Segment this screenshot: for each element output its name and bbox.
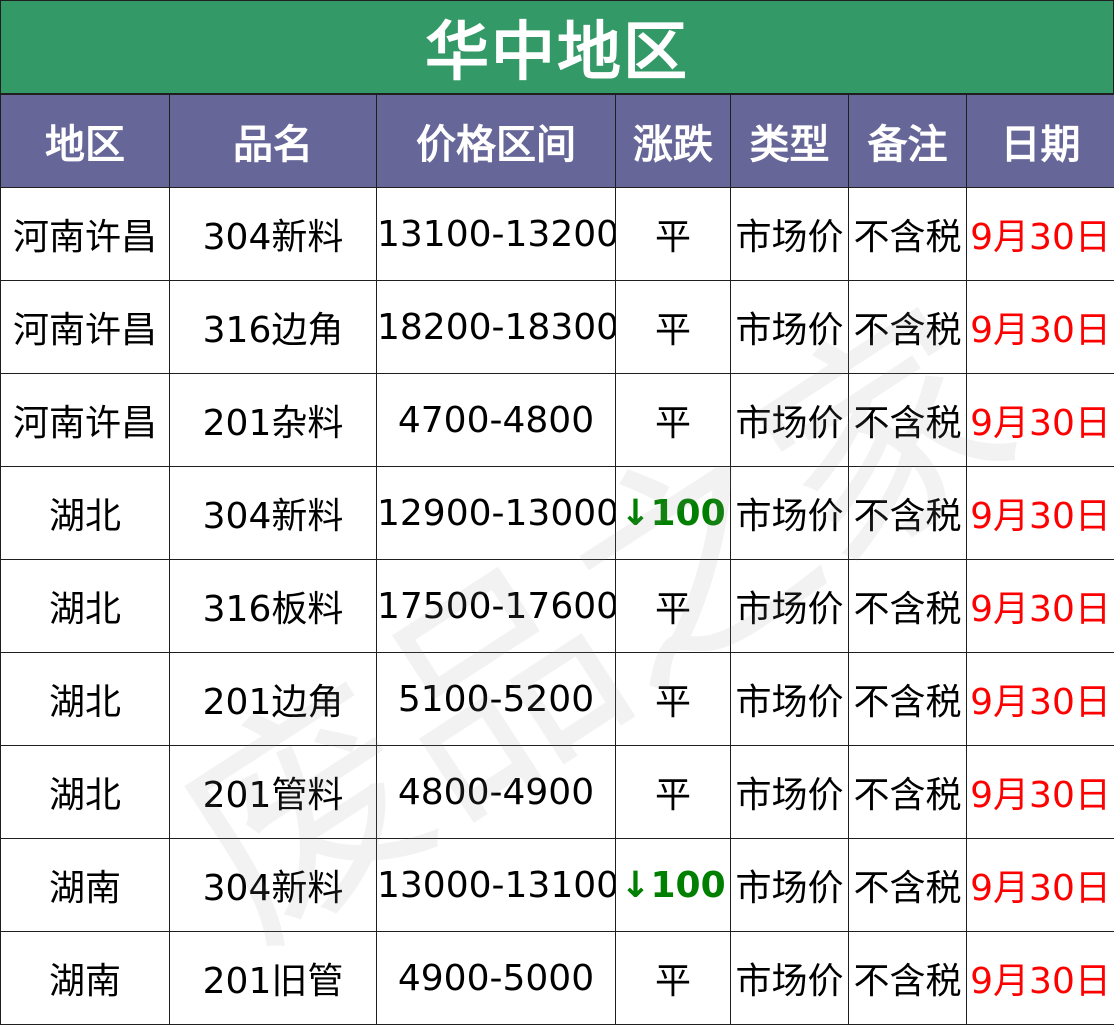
cell-product: 201边角 xyxy=(170,653,377,746)
cell-region: 湖南 xyxy=(1,932,170,1025)
cell-change: ↓100 xyxy=(616,839,731,932)
cell-price-range: 17500-17600 xyxy=(377,560,616,653)
cell-type: 市场价 xyxy=(731,746,849,839)
cell-product: 201旧管 xyxy=(170,932,377,1025)
cell-change: 平 xyxy=(616,653,731,746)
cell-date: 9月30日 xyxy=(967,188,1114,281)
cell-note: 不含税 xyxy=(849,281,967,374)
cell-change: 平 xyxy=(616,560,731,653)
cell-region: 湖南 xyxy=(1,839,170,932)
header-region: 地区 xyxy=(1,95,170,188)
cell-change: 平 xyxy=(616,374,731,467)
header-row: 地区 品名 价格区间 涨跌 类型 备注 日期 xyxy=(1,95,1114,188)
price-sheet: 华中地区 地区 品名 价格区间 涨跌 类型 备注 日期 河南许昌304新料131… xyxy=(0,0,1114,1024)
cell-region: 河南许昌 xyxy=(1,281,170,374)
cell-date: 9月30日 xyxy=(967,932,1114,1025)
cell-product: 201管料 xyxy=(170,746,377,839)
cell-product: 304新料 xyxy=(170,839,377,932)
cell-type: 市场价 xyxy=(731,374,849,467)
header-type: 类型 xyxy=(731,95,849,188)
cell-change: 平 xyxy=(616,746,731,839)
cell-date: 9月30日 xyxy=(967,374,1114,467)
price-table: 地区 品名 价格区间 涨跌 类型 备注 日期 河南许昌304新料13100-13… xyxy=(0,94,1114,1025)
cell-note: 不含税 xyxy=(849,467,967,560)
cell-date: 9月30日 xyxy=(967,467,1114,560)
cell-price-range: 18200-18300 xyxy=(377,281,616,374)
cell-date: 9月30日 xyxy=(967,653,1114,746)
cell-type: 市场价 xyxy=(731,839,849,932)
cell-price-range: 12900-13000 xyxy=(377,467,616,560)
cell-date: 9月30日 xyxy=(967,560,1114,653)
cell-region: 河南许昌 xyxy=(1,188,170,281)
cell-price-range: 4700-4800 xyxy=(377,374,616,467)
table-row: 湖北201管料4800-4900平市场价不含税9月30日 xyxy=(1,746,1114,839)
cell-type: 市场价 xyxy=(731,467,849,560)
header-product: 品名 xyxy=(170,95,377,188)
table-row: 湖南304新料13000-13100↓100市场价不含税9月30日 xyxy=(1,839,1114,932)
cell-price-range: 5100-5200 xyxy=(377,653,616,746)
cell-type: 市场价 xyxy=(731,560,849,653)
cell-region: 湖北 xyxy=(1,746,170,839)
cell-type: 市场价 xyxy=(731,932,849,1025)
cell-note: 不含税 xyxy=(849,746,967,839)
cell-type: 市场价 xyxy=(731,653,849,746)
sheet-title: 华中地区 xyxy=(0,0,1114,94)
header-note: 备注 xyxy=(849,95,967,188)
table-row: 河南许昌316边角18200-18300平市场价不含税9月30日 xyxy=(1,281,1114,374)
cell-note: 不含税 xyxy=(849,374,967,467)
cell-region: 湖北 xyxy=(1,467,170,560)
cell-date: 9月30日 xyxy=(967,839,1114,932)
cell-change: 平 xyxy=(616,281,731,374)
table-row: 湖北304新料12900-13000↓100市场价不含税9月30日 xyxy=(1,467,1114,560)
cell-region: 湖北 xyxy=(1,560,170,653)
cell-type: 市场价 xyxy=(731,281,849,374)
cell-type: 市场价 xyxy=(731,188,849,281)
table-row: 河南许昌201杂料4700-4800平市场价不含税9月30日 xyxy=(1,374,1114,467)
table-row: 湖南201旧管4900-5000平市场价不含税9月30日 xyxy=(1,932,1114,1025)
cell-change: ↓100 xyxy=(616,467,731,560)
table-row: 湖北316板料17500-17600平市场价不含税9月30日 xyxy=(1,560,1114,653)
cell-change: 平 xyxy=(616,932,731,1025)
cell-price-range: 4900-5000 xyxy=(377,932,616,1025)
header-price-range: 价格区间 xyxy=(377,95,616,188)
cell-date: 9月30日 xyxy=(967,281,1114,374)
header-date: 日期 xyxy=(967,95,1114,188)
cell-region: 河南许昌 xyxy=(1,374,170,467)
cell-note: 不含税 xyxy=(849,653,967,746)
header-change: 涨跌 xyxy=(616,95,731,188)
cell-product: 316板料 xyxy=(170,560,377,653)
cell-note: 不含税 xyxy=(849,839,967,932)
cell-note: 不含税 xyxy=(849,188,967,281)
cell-product: 304新料 xyxy=(170,467,377,560)
cell-note: 不含税 xyxy=(849,560,967,653)
cell-region: 湖北 xyxy=(1,653,170,746)
cell-product: 316边角 xyxy=(170,281,377,374)
cell-price-range: 13000-13100 xyxy=(377,839,616,932)
cell-note: 不含税 xyxy=(849,932,967,1025)
cell-date: 9月30日 xyxy=(967,746,1114,839)
cell-price-range: 4800-4900 xyxy=(377,746,616,839)
cell-change: 平 xyxy=(616,188,731,281)
cell-price-range: 13100-13200 xyxy=(377,188,616,281)
table-row: 河南许昌304新料13100-13200平市场价不含税9月30日 xyxy=(1,188,1114,281)
cell-product: 304新料 xyxy=(170,188,377,281)
table-row: 湖北201边角5100-5200平市场价不含税9月30日 xyxy=(1,653,1114,746)
cell-product: 201杂料 xyxy=(170,374,377,467)
